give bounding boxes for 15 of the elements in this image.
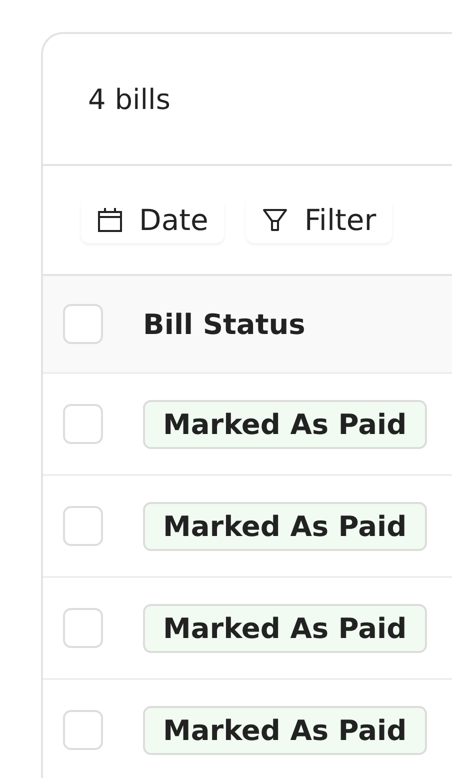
calendar-icon xyxy=(97,207,123,233)
filter-icon xyxy=(262,207,288,233)
status-badge: Marked As Paid xyxy=(143,400,427,448)
status-badge: Marked As Paid xyxy=(143,502,427,550)
status-badge: Marked As Paid xyxy=(143,604,427,652)
date-button[interactable]: Date xyxy=(81,197,224,243)
column-header: Bill Status xyxy=(143,308,306,340)
select-all-checkbox[interactable] xyxy=(63,304,103,344)
bill-count: 4 bills xyxy=(88,82,170,116)
row-checkbox[interactable] xyxy=(63,608,103,648)
status-badge: Marked As Paid xyxy=(143,706,427,754)
row-checkbox[interactable] xyxy=(63,404,103,444)
row-checkbox[interactable] xyxy=(63,710,103,750)
filter-button[interactable]: Filter xyxy=(246,197,392,243)
row-checkbox[interactable] xyxy=(63,506,103,546)
